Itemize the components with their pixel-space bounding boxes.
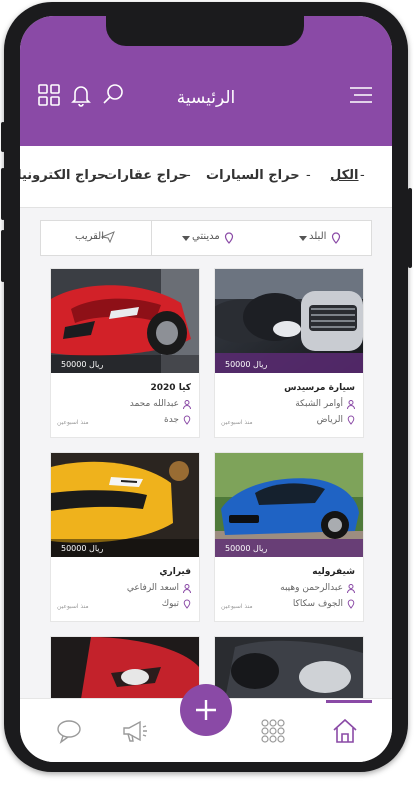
menu-icon[interactable] [348, 82, 374, 108]
category-tabs: - الكل - حراج السيارات - حراج عقارات - ح… [20, 146, 392, 208]
listing-price: 50000 ريال [225, 544, 268, 553]
listing-image: 50000 ريال [215, 269, 363, 373]
listing-user: اسعد الرفاعي [127, 583, 191, 593]
user-icon [183, 399, 191, 409]
listing-user: أوامر الشبكة [295, 399, 355, 409]
user-icon [183, 583, 191, 593]
user-icon [347, 583, 355, 593]
tab-all[interactable]: الكل [330, 168, 359, 183]
listing-card[interactable]: 50000 ريال سيارة مرسيدس أوامر الشبكة الر… [214, 268, 364, 438]
listing-price: 50000 ريال [61, 544, 104, 553]
apps-grid-icon[interactable] [258, 716, 288, 746]
listing-user-name: عبدالرحمن وهيبه [280, 583, 343, 593]
filter-nearby[interactable]: القريب [41, 221, 151, 255]
app-screen: الرئيسية - الكل - حراج السيارات - حراج ع… [20, 16, 392, 762]
listing-location: الجوف سكاكا [293, 599, 355, 609]
phone-volume-button [1, 168, 5, 220]
phone-power-button [408, 188, 412, 268]
listing-card[interactable]: 50000 ريال كيا 2020 عبدالله محمد جدة منذ… [50, 268, 200, 438]
listing-time: منذ اسبوعين [57, 419, 89, 426]
listing-card[interactable]: 50000 ريال فيراري اسعد الرفاعي تبوك منذ … [50, 452, 200, 622]
location-pin-icon [331, 232, 341, 244]
listing-location-name: الجوف سكاكا [292, 599, 343, 609]
page-title: الرئيسية [176, 88, 236, 108]
location-pin-icon [347, 599, 355, 609]
listing-image: 50000 ريال [215, 453, 363, 557]
phone-volume-button [1, 230, 5, 282]
listing-image: 50000 ريال [51, 269, 199, 373]
filter-country[interactable]: البلد [263, 221, 373, 255]
listing-card[interactable] [214, 636, 364, 699]
filter-city-label: مدينتي [192, 231, 220, 242]
chevron-down-icon [299, 236, 307, 241]
listing-title: فيراري [159, 567, 191, 577]
chat-icon[interactable] [54, 716, 84, 746]
filter-city[interactable]: مدينتي [151, 221, 263, 255]
listing-image [51, 637, 199, 699]
listing-location: جدة [164, 415, 191, 425]
add-listing-button[interactable] [180, 684, 232, 736]
location-pin-icon [224, 232, 234, 244]
filter-bar: البلد مدينتي القريب [40, 220, 372, 256]
phone-notch [106, 16, 304, 46]
listing-location-name: تبوك [161, 599, 179, 609]
plus-icon [196, 700, 216, 720]
listing-price: 50000 ريال [225, 360, 268, 369]
listing-user-name: عبدالله محمد [129, 399, 179, 409]
listing-title: كيا 2020 [150, 383, 191, 393]
location-pin-icon [347, 415, 355, 425]
tab-real-estate[interactable]: حراج عقارات [104, 168, 188, 183]
location-pin-icon [183, 415, 191, 425]
filter-nearby-label: القريب [75, 231, 105, 242]
filter-country-label: البلد [309, 231, 327, 242]
listing-price: 50000 ريال [61, 360, 104, 369]
listing-location: تبوك [162, 599, 191, 609]
listing-image: 50000 ريال [51, 453, 199, 557]
chevron-down-icon [182, 236, 190, 241]
listing-user-name: أوامر الشبكة [295, 399, 343, 409]
megaphone-icon[interactable] [120, 716, 150, 746]
listing-title: شيفروليه [312, 567, 355, 577]
listing-user-name: اسعد الرفاعي [126, 583, 179, 593]
tab-separator: - [360, 168, 365, 183]
tab-separator: - [306, 168, 311, 183]
home-icon[interactable] [330, 716, 360, 746]
listing-user: عبدالرحمن وهيبه [280, 583, 355, 593]
listing-time: منذ اسبوعين [221, 603, 253, 610]
tab-electronics[interactable]: حراج الكترونيات [20, 168, 106, 183]
phone-side-button [1, 122, 5, 152]
user-icon [347, 399, 355, 409]
listing-image [215, 637, 363, 699]
listing-card[interactable]: 50000 ريال شيفروليه عبدالرحمن وهيبه الجو… [214, 452, 364, 622]
listing-location-name: جدة [163, 415, 179, 425]
listing-user: عبدالله محمد [130, 399, 191, 409]
listing-location: الرياض [317, 415, 355, 425]
location-pin-icon [183, 599, 191, 609]
listing-title: سيارة مرسيدس [284, 383, 355, 393]
listing-time: منذ اسبوعين [221, 419, 253, 426]
listing-time: منذ اسبوعين [57, 603, 89, 610]
active-tab-indicator [326, 700, 372, 703]
tab-cars[interactable]: حراج السيارات [206, 168, 300, 183]
listing-location-name: الرياض [316, 415, 343, 425]
listing-card[interactable] [50, 636, 200, 699]
